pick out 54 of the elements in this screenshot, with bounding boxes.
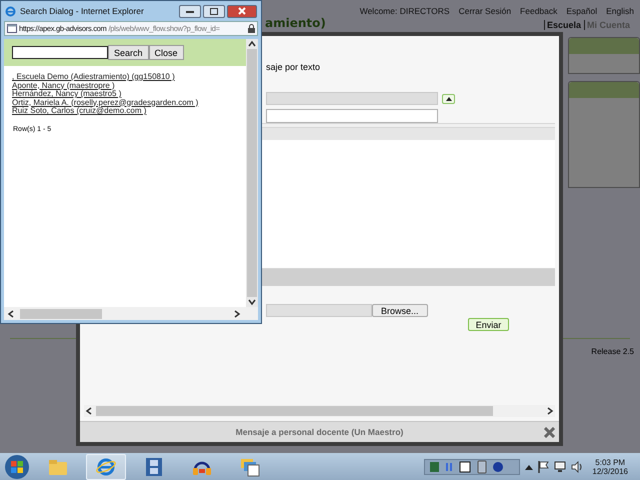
release-text: Release 2.5 — [591, 347, 634, 356]
chevron-down-icon[interactable] — [247, 297, 257, 307]
close-icon[interactable] — [544, 427, 555, 438]
file-field[interactable] — [266, 304, 372, 317]
vertical-scrollbar[interactable] — [246, 39, 258, 307]
horizontal-scrollbar[interactable] — [4, 307, 258, 320]
message-type-label: saje por texto — [266, 62, 322, 72]
start-button[interactable] — [4, 454, 30, 480]
select-field[interactable] — [266, 92, 438, 105]
result-link[interactable]: Ruiz Soto, Carlos (cruiz@demo.com ) — [12, 107, 246, 116]
result-link[interactable]: Hernández, Nancy (maestro5 ) — [12, 90, 246, 98]
minimize-button[interactable] — [179, 4, 201, 18]
minimize-icon — [186, 9, 194, 13]
nav-tab[interactable]: Escuela — [544, 20, 581, 30]
clock-date: 12/3/2016 — [592, 466, 628, 476]
window-title: Search Dialog - Internet Explorer — [20, 6, 144, 16]
browse-button[interactable]: Browse... — [372, 304, 428, 317]
welcome-text: Welcome: DIRECTORS — [360, 6, 450, 16]
result-link[interactable]: Ortiz, Mariela A. (roselly.perez@gradesgarden.com ) — [12, 98, 246, 107]
header-link[interactable]: English — [606, 6, 634, 16]
lock-icon — [248, 24, 255, 33]
clock-time: 5:03 PM — [595, 458, 626, 466]
maximize-button[interactable] — [203, 4, 225, 18]
horizontal-scrollbar[interactable] — [84, 405, 555, 417]
page-icon — [7, 24, 17, 33]
result-link[interactable]: Aponte, Nancy (maestropre ) — [12, 82, 246, 90]
caret-icon — [446, 96, 452, 100]
film-icon — [145, 456, 163, 476]
speaker-icon[interactable] — [571, 460, 584, 472]
search-field[interactable] — [12, 46, 108, 59]
send-button[interactable]: Enviar — [468, 318, 509, 331]
folder-icon — [48, 458, 68, 476]
page-title: amiento) — [265, 17, 326, 30]
close-button[interactable]: Close — [148, 45, 184, 60]
chevron-up-icon[interactable] — [247, 39, 257, 49]
maximize-icon — [210, 8, 218, 14]
dialog-title: Mensaje a personal docente (Un Maestro) — [236, 427, 404, 437]
flag-icon[interactable] — [538, 460, 550, 472]
documents-icon — [240, 456, 260, 476]
browser-icon — [96, 456, 116, 476]
tray-icons-drawing[interactable] — [424, 458, 520, 474]
result-link[interactable]: , Escuela Demo (Adiestramiento) (gg150810 ) — [12, 73, 246, 82]
header-link[interactable]: Cerrar Sesión — [458, 6, 512, 16]
close-icon — [238, 7, 246, 15]
network-icon[interactable] — [554, 460, 566, 472]
input-field[interactable] — [266, 109, 438, 123]
browser-icon — [5, 6, 16, 16]
caret-icon[interactable] — [525, 464, 534, 470]
header-link[interactable]: Feedback — [520, 6, 558, 16]
close-button[interactable] — [227, 4, 257, 18]
collapse-button[interactable] — [442, 94, 455, 104]
taskbar-app[interactable] — [86, 454, 126, 480]
header-link[interactable]: Español — [566, 6, 598, 16]
search-button[interactable]: Search — [108, 45, 149, 60]
